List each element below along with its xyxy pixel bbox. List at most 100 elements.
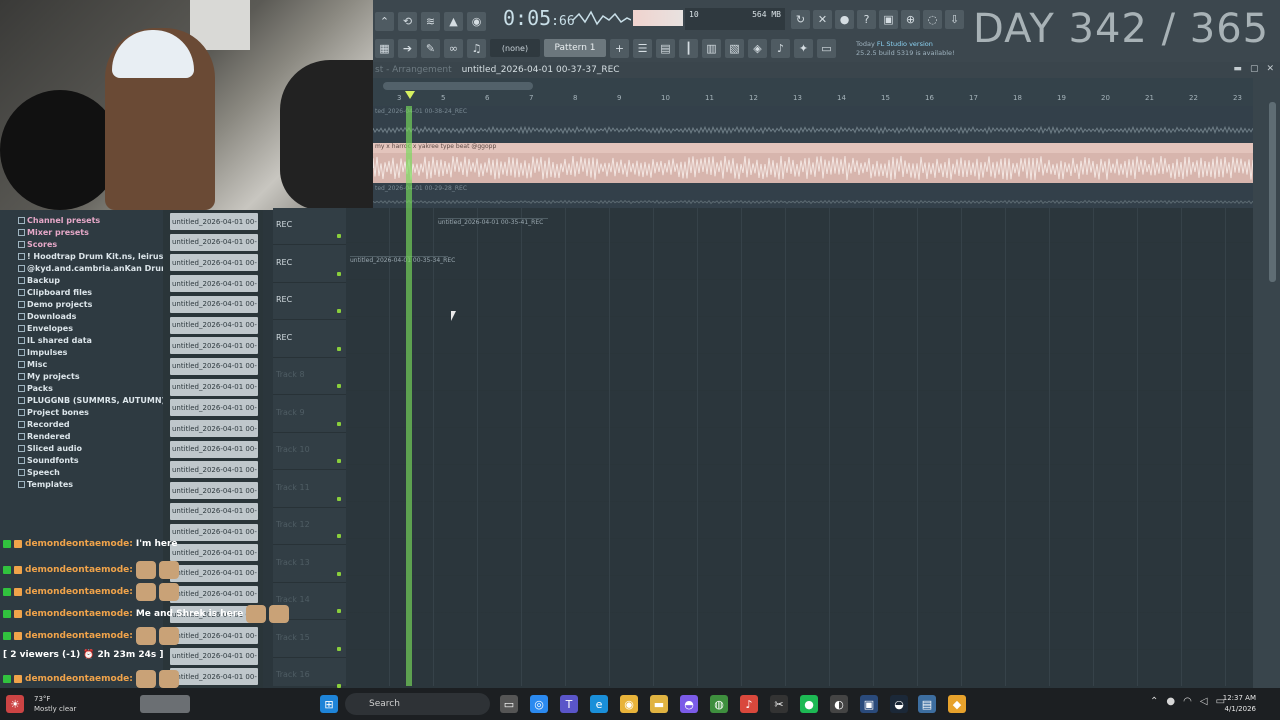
volume-icon[interactable]: ◁ [1200, 696, 1208, 707]
steam-icon[interactable]: ◒ [890, 695, 908, 713]
recording-item[interactable]: untitled_2026-04-01 00- [170, 399, 258, 417]
keyboard-icon[interactable]: ▦ [375, 38, 394, 58]
plugin-db-icon[interactable]: ◈ [748, 38, 767, 58]
track-led-icon[interactable] [337, 309, 341, 313]
chat-icon[interactable]: ◌ [923, 10, 942, 29]
recording-item[interactable]: untitled_2026-04-01 00- [170, 461, 258, 479]
track-led-icon[interactable] [337, 271, 341, 276]
browser-item[interactable]: Sliced audio [18, 444, 82, 453]
search-box[interactable]: Search [345, 693, 490, 715]
refresh-icon[interactable]: ↻ [791, 10, 810, 29]
browser-item[interactable]: Packs [18, 384, 53, 393]
browser-item[interactable]: Backup [18, 276, 60, 285]
start-icon[interactable]: ⊞ [320, 695, 338, 713]
browser-item[interactable]: My projects [18, 372, 80, 381]
step-icon[interactable]: ≋ [421, 11, 440, 31]
spotify-icon[interactable]: ● [800, 695, 818, 713]
record-icon[interactable]: ◉ [467, 11, 486, 31]
wifi-icon[interactable]: ◠ [1183, 696, 1192, 707]
mic-icon[interactable]: ● [835, 10, 854, 29]
track-header[interactable]: Track 13 [273, 546, 346, 583]
thumbnail-preview[interactable] [140, 695, 190, 713]
copilot-icon[interactable]: ◎ [530, 695, 548, 713]
recording-item[interactable]: untitled_2026-04-01 00- [170, 233, 258, 251]
track-led-icon[interactable] [337, 571, 341, 576]
track-header[interactable]: Track 8 [273, 358, 346, 395]
track-led-icon[interactable] [337, 496, 341, 501]
mic-tray-icon[interactable]: ● [1166, 696, 1175, 707]
browser-item[interactable]: Clipboard files [18, 288, 92, 297]
recording-item[interactable]: untitled_2026-04-01 00- [170, 440, 258, 458]
browser-item[interactable]: Channel presets [18, 216, 100, 225]
task-view-icon[interactable]: ▭ [500, 695, 518, 713]
audio-clip[interactable]: untitled_2026-04-01 00-35-34_REC [350, 256, 455, 288]
horizontal-scrollbar[interactable] [383, 82, 533, 90]
minimize-icon[interactable]: ▬ [1233, 64, 1242, 74]
browser-item[interactable]: Speech [18, 468, 60, 477]
track-led-icon[interactable] [337, 384, 341, 388]
save-icon[interactable]: ▣ [879, 10, 898, 29]
clock[interactable]: 12:37 AM 4/1/2026 [1223, 693, 1256, 715]
track-header[interactable]: Track 11 [273, 471, 346, 508]
audio-lane-2[interactable]: ted_2026-04-01 00-29-28_REC [373, 183, 1253, 208]
browser-item[interactable]: Demo projects [18, 300, 92, 309]
help-icon[interactable]: ? [857, 10, 876, 29]
recording-item[interactable]: untitled_2026-04-01 00- [170, 378, 258, 396]
browser-item[interactable]: Misc [18, 360, 47, 369]
browser-item[interactable]: Impulses [18, 348, 67, 357]
recording-item[interactable]: untitled_2026-04-01 00- [170, 502, 258, 520]
track-header[interactable]: REC [273, 246, 346, 283]
track-led-icon[interactable] [337, 346, 341, 351]
cart-icon[interactable]: ▭ [817, 38, 836, 58]
browser-item[interactable]: Envelopes [18, 324, 73, 333]
browser-item[interactable]: Soundfonts [18, 456, 79, 465]
recording-item[interactable]: untitled_2026-04-01 00- [170, 295, 258, 313]
channel-rack-icon[interactable]: ▤ [656, 38, 675, 58]
recording-item[interactable]: untitled_2026-04-01 00- [170, 213, 258, 230]
browser-item[interactable]: Rendered [18, 432, 71, 441]
chevron-up-icon[interactable]: ⌃ [1150, 696, 1158, 707]
recording-item[interactable]: untitled_2026-04-01 00- [170, 337, 258, 355]
fl-app-icon[interactable]: ◆ [948, 695, 966, 713]
vertical-scrollbar[interactable] [1253, 78, 1280, 688]
master-volume[interactable] [633, 10, 683, 26]
recording-item[interactable]: untitled_2026-04-01 00- [170, 420, 258, 437]
recording-item[interactable]: untitled_2026-04-01 00- [170, 254, 258, 272]
mixer-icon[interactable]: ┃ [679, 38, 698, 58]
teams-icon[interactable]: T [560, 695, 578, 713]
track-header[interactable]: Track 15 [273, 621, 346, 658]
add-pattern-icon[interactable]: + [610, 38, 629, 58]
weather-icon[interactable]: ☀ [6, 695, 24, 713]
time-display[interactable]: 0:05:66 [503, 6, 575, 30]
fl-studio-icon[interactable]: ♪ [740, 695, 758, 713]
download-icon[interactable]: ⇩ [945, 10, 964, 29]
track-led-icon[interactable] [337, 646, 341, 651]
recording-item[interactable]: untitled_2026-04-01 00- [170, 482, 258, 500]
close-icon[interactable]: ✕ [1266, 64, 1274, 74]
browser-item[interactable]: Project bones [18, 408, 89, 417]
pattern-select[interactable]: Pattern 1 [544, 39, 606, 57]
track-header[interactable]: REC [273, 283, 346, 320]
link-icon[interactable]: ∞ [444, 38, 463, 58]
browser-item[interactable]: Templates [18, 480, 73, 489]
news-panel[interactable]: Today FL Studio version 25.2.5 build 531… [856, 40, 955, 58]
track-header[interactable]: Track 10 [273, 433, 346, 470]
recording-item[interactable]: untitled_2026-04-01 00- [170, 275, 258, 293]
browser-item[interactable]: IL shared data [18, 336, 92, 345]
tempo-icon[interactable]: ♪ [771, 38, 790, 58]
playhead-marker-icon[interactable] [405, 91, 415, 99]
browser-app-icon[interactable]: ◍ [710, 695, 728, 713]
track-header[interactable]: REC [273, 321, 346, 358]
plugin-icon[interactable]: ⊕ [901, 10, 920, 29]
maximize-icon[interactable]: ▢ [1250, 64, 1259, 74]
browser-item[interactable]: Mixer presets [18, 228, 89, 237]
song-mode-icon[interactable]: ⌃ [375, 11, 394, 31]
arrow-icon[interactable]: ➔ [398, 38, 417, 58]
scrollbar-thumb[interactable] [1269, 102, 1276, 282]
edge-icon[interactable]: e [590, 695, 608, 713]
track-header[interactable]: Track 12 [273, 508, 346, 545]
chrome-icon[interactable]: ◉ [620, 695, 638, 713]
browser-icon[interactable]: ▧ [725, 38, 744, 58]
obs-icon[interactable]: ◐ [830, 695, 848, 713]
audio-lane-1[interactable]: ted_2026-04-01 00-38-24_REC [373, 106, 1253, 143]
